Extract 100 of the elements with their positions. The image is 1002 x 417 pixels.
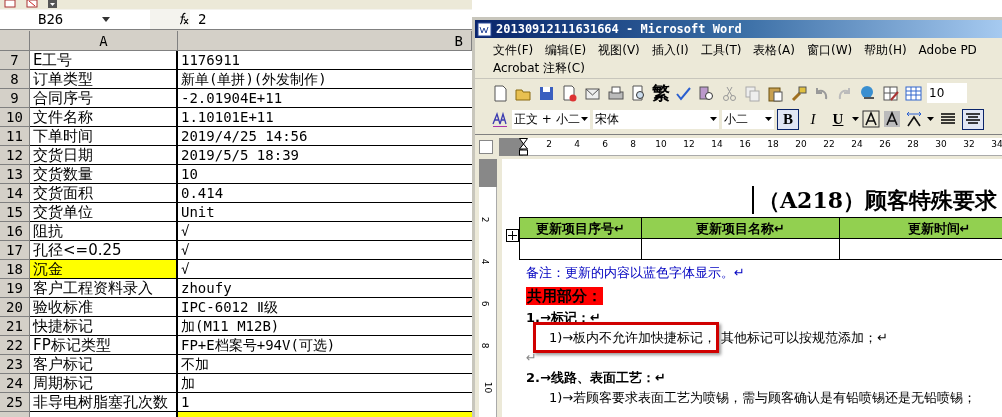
- row-header[interactable]: 19: [0, 279, 30, 298]
- row-header[interactable]: 13: [0, 165, 30, 184]
- row-header[interactable]: 18: [0, 260, 30, 279]
- paragraph-text: 1)→板内不允许加快捷标记，: [549, 329, 717, 345]
- tables-borders-icon[interactable]: [881, 83, 900, 103]
- font-dropdown[interactable]: 宋体: [593, 109, 719, 129]
- table-cell: 文件名称: [30, 108, 178, 127]
- menu-item[interactable]: 文件(F): [493, 41, 534, 59]
- ruler-number: 6: [602, 140, 608, 149]
- table-cell: 加(M11 M12B): [178, 317, 472, 336]
- row-header[interactable]: 16: [0, 222, 30, 241]
- traditional-chinese-button[interactable]: 繁: [652, 84, 670, 102]
- document-icon[interactable]: [477, 21, 492, 37]
- center-align-button[interactable]: [962, 108, 984, 130]
- table-cell: 1: [178, 393, 472, 412]
- dropdown-icon[interactable]: [710, 117, 717, 121]
- bold-button[interactable]: B: [777, 108, 799, 130]
- ruler-number: 30: [935, 140, 947, 149]
- row-header[interactable]: 23: [0, 355, 30, 374]
- table-cell: 合同序号: [30, 89, 178, 108]
- table-cell: 验收标准: [30, 298, 178, 317]
- table-cell: 客户标记: [30, 355, 178, 374]
- table-header-cell: 更新项目序号↵: [520, 218, 642, 239]
- row-header[interactable]: 12: [0, 146, 30, 165]
- character-scaling-icon[interactable]: [904, 110, 924, 128]
- vertical-ruler[interactable]: 2 4 6 8 10: [479, 159, 497, 417]
- row-header[interactable]: 7: [0, 51, 30, 70]
- column-header[interactable]: B: [178, 31, 472, 51]
- row-header[interactable]: 9: [0, 89, 30, 108]
- ruler-number: 26: [879, 140, 891, 149]
- dropdown-icon[interactable]: [852, 117, 859, 121]
- menu-item[interactable]: 窗口(W): [807, 41, 853, 59]
- ruler-number: 4: [574, 140, 580, 149]
- row-header[interactable]: 15: [0, 203, 30, 222]
- table-cell: 新单(单拼)(外发制作): [178, 70, 472, 89]
- research-icon[interactable]: [697, 83, 716, 103]
- table-cell: 不加: [178, 355, 472, 374]
- menu-item[interactable]: 插入(I): [651, 41, 689, 59]
- row-header[interactable]: 24: [0, 374, 30, 393]
- row-header[interactable]: 20: [0, 298, 30, 317]
- indent-marker-icon[interactable]: [519, 138, 528, 156]
- table-cell: IPC-6012 Ⅱ级: [178, 298, 472, 317]
- table-cell: 阻抗: [30, 222, 178, 241]
- ruler-number: 8: [630, 140, 636, 149]
- ruler-number: 22: [823, 140, 835, 149]
- menu-item[interactable]: Adobe PD: [918, 41, 977, 59]
- document-title: （A218）顾客特殊要求: [758, 185, 997, 215]
- ruler-number: 4: [480, 258, 490, 265]
- print-icon[interactable]: [606, 83, 625, 103]
- horizontal-ruler[interactable]: 2 4 6 8 10 12 14 16 18 20 22 24 26 28 30 32 34: [499, 138, 1002, 156]
- italic-button[interactable]: I: [802, 108, 824, 130]
- table-cell: zhoufy: [178, 279, 472, 298]
- underline-button[interactable]: U: [827, 108, 849, 130]
- table-cell: E工号: [30, 51, 178, 70]
- style-dropdown[interactable]: 正文 + 小二: [512, 109, 590, 129]
- row-header[interactable]: 21: [0, 317, 30, 336]
- row-header[interactable]: 8: [0, 70, 30, 89]
- row-header[interactable]: 14: [0, 184, 30, 203]
- ruler-number: 10: [655, 140, 667, 149]
- row-header[interactable]: 11: [0, 127, 30, 146]
- character-border-icon[interactable]: [862, 110, 880, 128]
- menu-item[interactable]: 表格(A): [753, 41, 795, 59]
- toolbar-icon[interactable]: [26, 0, 38, 8]
- tab-selector[interactable]: [479, 140, 493, 154]
- table-cell: 交货日期: [30, 146, 178, 165]
- row-header[interactable]: 17: [0, 241, 30, 260]
- insert-table-icon[interactable]: [904, 83, 923, 103]
- menu-item[interactable]: 视图(V): [598, 41, 640, 59]
- styles-icon[interactable]: [491, 110, 509, 128]
- menu-item[interactable]: 工具(T): [700, 41, 742, 59]
- table-cell: √: [178, 260, 472, 279]
- zoom-field[interactable]: 10: [927, 83, 967, 103]
- table-cell: 1.10101E+11: [178, 108, 472, 127]
- new-document-icon[interactable]: [491, 83, 510, 103]
- menu-item[interactable]: 编辑(E): [545, 41, 587, 59]
- font-size-dropdown[interactable]: 小二: [722, 109, 774, 129]
- dropdown-icon[interactable]: [581, 117, 588, 121]
- dropdown-icon[interactable]: [927, 117, 934, 121]
- dropdown-icon[interactable]: [102, 16, 110, 22]
- dropdown-icon[interactable]: [765, 117, 772, 121]
- ruler-number: 6: [480, 300, 490, 307]
- ruler-number: 24: [851, 140, 863, 149]
- row-header[interactable]: 22: [0, 336, 30, 355]
- table-cell: Unit: [178, 203, 472, 222]
- column-header[interactable]: A: [30, 31, 178, 51]
- ruler-number: 14: [711, 140, 723, 149]
- table-move-handle-icon[interactable]: [506, 229, 519, 242]
- ruler-number: 20: [795, 140, 807, 149]
- character-shading-icon[interactable]: [883, 110, 901, 128]
- menu-item[interactable]: Acrobat 注释(C): [493, 59, 585, 77]
- menu-item[interactable]: 帮助(H): [864, 41, 907, 59]
- format-painter-icon[interactable]: [789, 83, 808, 103]
- table-header-cell: 更新项目名称↵: [642, 218, 840, 239]
- permission-icon[interactable]: [560, 83, 579, 103]
- dropdown-icon[interactable]: [48, 0, 57, 8]
- row-header[interactable]: 25: [0, 393, 30, 412]
- formula-field[interactable]: 2: [190, 9, 472, 29]
- table-cell: 10: [178, 165, 472, 184]
- table-cell: FP标记类型: [30, 336, 178, 355]
- row-header[interactable]: 10: [0, 108, 30, 127]
